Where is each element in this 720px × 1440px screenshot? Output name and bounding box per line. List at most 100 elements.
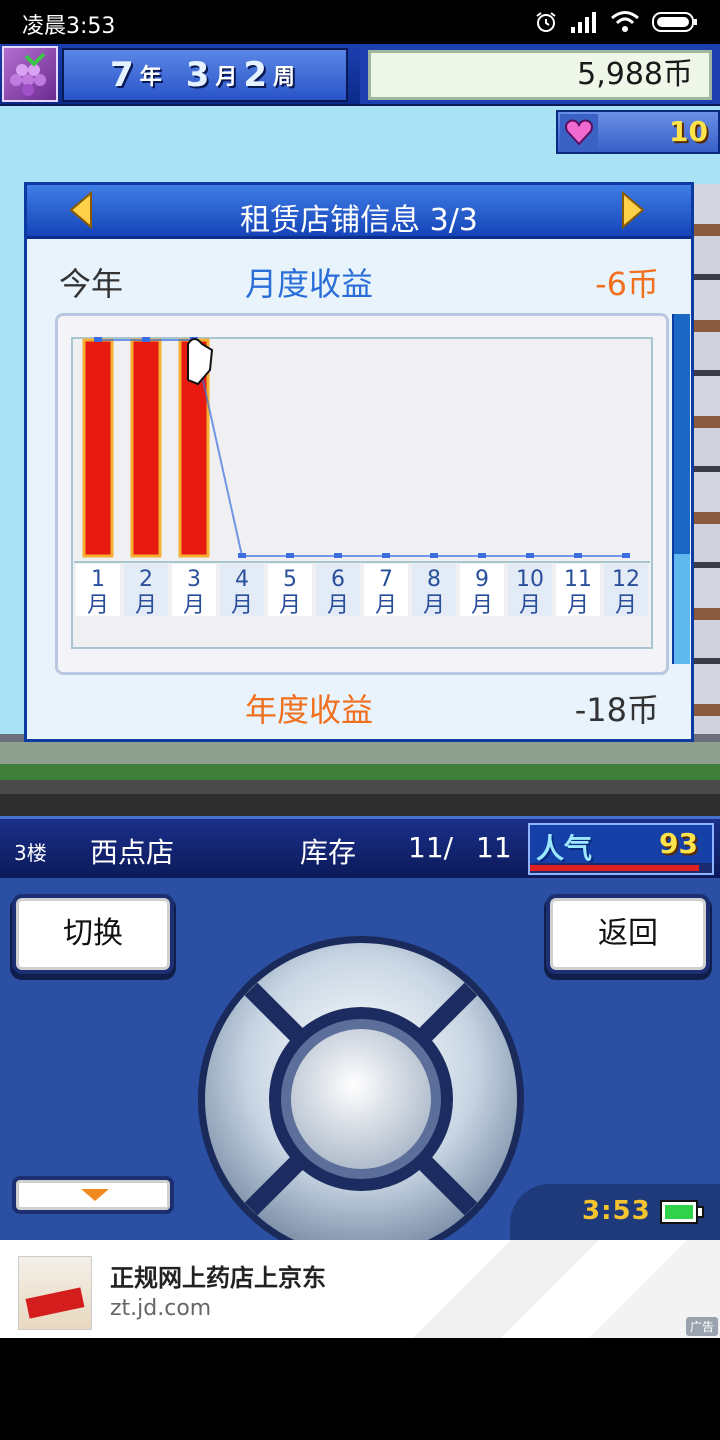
panel-header: 租赁店铺信息 3/3 — [27, 185, 691, 239]
date-display: 7 年 3 月 2 周 — [62, 48, 348, 102]
chart-tick-label-6: 6 — [331, 567, 345, 592]
monthly-income-chart: 1 月 2 月 3 月 4 月 5 月 6 月 7 月 8 月 9 月 10 月 11 月 12 月 — [55, 313, 669, 675]
chart-tick-label-2: 2 — [139, 567, 153, 592]
this-year-label: 今年 — [59, 265, 124, 303]
popularity-bar-fill — [530, 865, 700, 871]
chart-point-10 — [526, 553, 534, 558]
next-page-arrow-icon[interactable] — [619, 191, 647, 229]
chart-point-7 — [382, 553, 390, 558]
grape-icon — [2, 46, 58, 102]
battery-icon — [660, 1200, 704, 1224]
stock-label: 库存 — [300, 836, 357, 869]
chart-point-8 — [430, 553, 438, 558]
chart-bar-1 — [82, 338, 114, 558]
panel-scrollbar[interactable] — [672, 314, 690, 664]
chart-point-1 — [94, 337, 102, 342]
ad-tag: 广告 — [685, 1317, 718, 1336]
chart-tick-label-4: 4 — [235, 567, 249, 592]
chart-tick-unit-4: 月 — [231, 593, 253, 618]
popularity-label: 人气 — [536, 832, 593, 865]
annual-income-value: -18币 — [574, 691, 659, 729]
down-arrow-icon — [81, 1189, 109, 1201]
money-display: 5,988币 — [368, 50, 712, 100]
scrollbar-thumb[interactable] — [674, 314, 690, 554]
ad-product-image — [25, 1287, 85, 1319]
ad-thumbnail[interactable] — [18, 1256, 92, 1330]
chart-tick-unit-10: 月 — [519, 593, 541, 618]
monthly-income-label: 月度收益 — [245, 265, 374, 303]
heart-icon — [560, 114, 598, 150]
chart-tick-label-3: 3 — [187, 567, 201, 592]
background-buildings — [690, 184, 720, 804]
chart-tick-unit-3: 月 — [183, 593, 205, 618]
game-screen[interactable]: 7 年 3 月 2 周 5,988币 10 租赁店铺信息 3/3 今年 月度收益… — [0, 44, 720, 1240]
chart-tick-label-7: 7 — [379, 567, 393, 592]
shop-info-bar: 3楼 西点店 库存 11/ 11 人气 93 — [0, 816, 720, 878]
annual-income-label: 年度收益 — [245, 691, 374, 729]
ad-title[interactable]: 正规网上药店上京东 — [110, 1258, 326, 1293]
background-street — [0, 734, 720, 820]
chart-point-6 — [334, 553, 342, 558]
game-clock: 3:53 — [510, 1184, 720, 1240]
chart-tick-unit-5: 月 — [279, 593, 301, 618]
annual-income-row: 年度收益 -18币 — [27, 685, 691, 729]
signal-icon — [571, 12, 596, 33]
stock-max: 11 — [476, 831, 512, 864]
panel-title: 租赁店铺信息 3/3 — [240, 203, 478, 238]
week-number: 2 — [243, 55, 268, 95]
chart-tick-unit-7: 月 — [375, 593, 397, 618]
popularity-bar — [530, 863, 712, 873]
stock-current: 11/ — [408, 831, 454, 864]
dpad-control[interactable] — [196, 934, 526, 1240]
ad-background-decoration — [380, 1240, 720, 1338]
chart-point-12 — [622, 553, 630, 558]
chart-tick-label-11: 11 — [564, 567, 592, 592]
expand-menu-button[interactable] — [16, 1180, 170, 1210]
chart-tick-label-1: 1 — [91, 567, 105, 592]
hud-money-bar: 5,988币 — [360, 44, 720, 106]
clock-time: 3:53 — [582, 1196, 651, 1226]
chart-point-2 — [142, 337, 150, 342]
ad-url[interactable]: zt.jd.com — [110, 1296, 211, 1321]
month-unit: 月 — [215, 65, 238, 90]
status-bar: 凌晨3:53 — [0, 0, 720, 44]
chart-tick-unit-12: 月 — [615, 593, 637, 618]
chart-tick-label-12: 12 — [612, 567, 640, 592]
floor-label: 3楼 — [14, 841, 47, 865]
hud-date-bar: 7 年 3 月 2 周 — [0, 44, 360, 106]
chart-tick-unit-6: 月 — [327, 593, 349, 618]
chart-svg: 1月2月3月4月5月6月7月8月9月10月11月12月 — [71, 337, 653, 649]
chart-tick-unit-9: 月 — [471, 593, 493, 618]
chart-tick-unit-1: 月 — [87, 593, 109, 618]
week-unit: 周 — [273, 65, 296, 90]
chart-point-5 — [286, 553, 294, 558]
year-number: 7 — [110, 55, 134, 95]
battery-icon — [652, 12, 697, 32]
chart-tick-label-9: 9 — [475, 567, 489, 592]
back-button[interactable]: 返回 — [550, 898, 706, 970]
chart-tick-unit-2: 月 — [135, 593, 157, 618]
status-icons — [534, 8, 698, 36]
control-area: 切换 返回 3:53 — [0, 878, 720, 1240]
popularity-value: 93 — [659, 827, 698, 860]
chart-tick-label-5: 5 — [283, 567, 297, 592]
chart-bar-2 — [130, 338, 162, 558]
wifi-icon — [611, 11, 639, 32]
chart-tick-label-10: 10 — [516, 567, 544, 592]
month-number: 3 — [185, 55, 210, 95]
shop-name: 西点店 — [90, 836, 175, 869]
chart-point-11 — [574, 553, 582, 558]
popularity-display: 人气 93 — [528, 823, 714, 875]
favor-value: 10 — [669, 115, 708, 148]
chart-point-4 — [238, 553, 246, 558]
ad-banner[interactable]: 正规网上药店上京东 zt.jd.com 广告 — [0, 1240, 720, 1338]
chart-point-9 — [478, 553, 486, 558]
bottom-area — [0, 1338, 720, 1440]
chart-tick-label-8: 8 — [427, 567, 441, 592]
chart-tick-unit-8: 月 — [423, 593, 445, 618]
monthly-income-row: 今年 月度收益 -6币 — [27, 259, 691, 303]
switch-button[interactable]: 切换 — [16, 898, 170, 970]
monthly-income-value: -6币 — [595, 265, 659, 303]
alarm-icon — [536, 12, 556, 32]
rental-shop-panel: 租赁店铺信息 3/3 今年 月度收益 -6币 1月2月3月4月5月6月7月8月9… — [24, 182, 694, 742]
